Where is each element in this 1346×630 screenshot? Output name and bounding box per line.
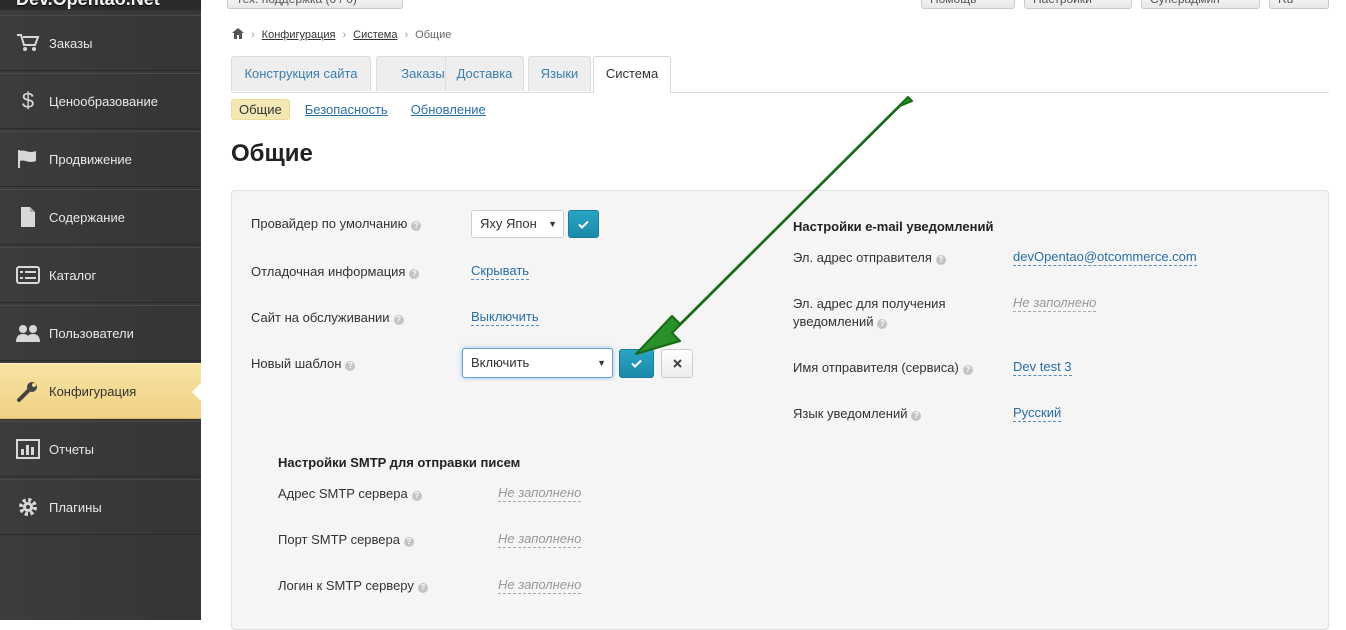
sidebar-item-label: Плагины	[49, 499, 102, 515]
breadcrumb-link-system[interactable]: Система	[353, 29, 397, 41]
sidebar-item-label: Каталог	[49, 267, 97, 283]
sidebar-item-promotion[interactable]: Продвижение	[0, 131, 201, 187]
maintenance-label: Сайт на обслуживании?	[251, 309, 404, 327]
caret-down-icon: ▼	[548, 219, 557, 229]
notification-language-value[interactable]: Русский	[1013, 404, 1062, 422]
tab-bar: Конструкция сайта Заказы Доставка Языки …	[231, 56, 1329, 93]
chart-icon	[14, 438, 42, 460]
flag-icon	[14, 148, 42, 170]
sidebar-item-users[interactable]: Пользователи	[0, 305, 201, 361]
new-template-cancel-button[interactable]	[661, 349, 693, 378]
breadcrumb-separator: ›	[404, 29, 409, 41]
tab-delivery[interactable]: Доставка	[445, 56, 524, 91]
sender-name-value[interactable]: Dev test 3	[1013, 358, 1072, 376]
help-icon[interactable]: ?	[411, 491, 422, 501]
provider-label: Провайдер по умолчанию?	[251, 215, 422, 233]
help-icon[interactable]: ?	[911, 411, 922, 421]
smtp-login-label: Логин к SMTP серверу?	[278, 577, 428, 595]
breadcrumb-separator: ›	[342, 29, 347, 41]
receive-address-label: Эл. адрес для получения	[793, 296, 946, 311]
sidebar: Заказы $ Ценообразование Продвижение Сод…	[0, 10, 202, 620]
help-icon[interactable]: ?	[345, 361, 356, 371]
sender-address-value[interactable]: devOpentao@otcommerce.com	[1013, 248, 1197, 266]
sender-address-label: Эл. адрес отправителя?	[793, 249, 946, 267]
help-icon[interactable]: ?	[411, 221, 422, 231]
subnav-security[interactable]: Безопасность	[305, 102, 388, 117]
sub-navigation: Общие Безопасность Обновление	[231, 99, 486, 120]
debug-label: Отладочная информация?	[251, 263, 420, 281]
subnav-update[interactable]: Обновление	[411, 102, 486, 117]
sidebar-item-label: Заказы	[49, 35, 93, 51]
provider-confirm-button[interactable]	[568, 210, 599, 238]
sidebar-item-catalog[interactable]: Каталог	[0, 247, 201, 303]
gear-icon	[14, 496, 42, 518]
support-button[interactable]: Тех. поддержка (0 / 0)	[227, 0, 403, 9]
help-icon[interactable]: ?	[393, 315, 404, 325]
dollar-icon: $	[21, 88, 35, 113]
page-title: Общие	[231, 140, 313, 167]
provider-select[interactable]: Яху Япон ▼	[471, 210, 564, 238]
receive-address-value[interactable]: Не заполнено	[1013, 294, 1097, 312]
check-icon	[631, 359, 642, 368]
users-icon	[14, 322, 42, 344]
smtp-address-label: Адрес SMTP сервера?	[278, 485, 422, 503]
cart-icon	[14, 32, 42, 54]
smtp-login-value[interactable]: Не заполнено	[498, 576, 582, 594]
home-icon[interactable]	[232, 28, 244, 42]
help-icon[interactable]: ?	[417, 583, 428, 593]
help-button[interactable]: Помощь	[921, 0, 1015, 9]
brand-logo[interactable]: Dev.Opentao.Net	[16, 0, 201, 9]
caret-down-icon: ▼	[597, 358, 606, 368]
settings-panel: Провайдер по умолчанию? Яху Япон ▼ Отладо…	[231, 190, 1329, 630]
new-template-select[interactable]: Включить ▼	[462, 348, 613, 378]
breadcrumb-link-configuration[interactable]: Конфигурация	[262, 29, 336, 41]
settings-button[interactable]: Настройки	[1024, 0, 1132, 9]
language-button[interactable]: Ru	[1269, 0, 1329, 9]
sidebar-item-label: Отчеты	[49, 441, 94, 457]
help-icon[interactable]: ?	[403, 537, 414, 547]
maintenance-value[interactable]: Выключить	[471, 308, 539, 326]
tab-languages[interactable]: Языки	[528, 56, 591, 91]
sidebar-item-label: Ценообразование	[49, 93, 158, 109]
check-icon	[578, 220, 589, 229]
smtp-address-value[interactable]: Не заполнено	[498, 484, 582, 502]
top-bar: Dev.Opentao.Net Тех. поддержка (0 / 0) П…	[0, 0, 1346, 10]
help-icon[interactable]: ?	[877, 319, 888, 329]
tab-site-construction[interactable]: Конструкция сайта	[231, 56, 371, 91]
sidebar-item-label: Пользователи	[49, 325, 134, 341]
list-icon	[14, 264, 42, 286]
sidebar-item-reports[interactable]: Отчеты	[0, 421, 201, 477]
breadcrumb-separator: ›	[251, 29, 255, 41]
sidebar-item-label: Содержание	[49, 209, 125, 225]
sidebar-item-configuration[interactable]: Конфигурация	[0, 363, 202, 419]
receive-address-label-line2: уведомлений?	[793, 313, 888, 331]
tab-system[interactable]: Система	[593, 56, 671, 93]
sidebar-item-plugins[interactable]: Плагины	[0, 479, 201, 535]
sidebar-item-pricing[interactable]: $ Ценообразование	[0, 73, 201, 129]
superadmin-button[interactable]: Суперадмин	[1141, 0, 1260, 9]
smtp-settings-heading: Настройки SMTP для отправки писем	[278, 455, 521, 470]
new-template-confirm-button[interactable]	[619, 349, 654, 378]
sidebar-item-content[interactable]: Содержание	[0, 189, 201, 245]
file-icon	[14, 206, 42, 228]
smtp-port-label: Порт SMTP сервера?	[278, 531, 414, 549]
subnav-general[interactable]: Общие	[231, 99, 290, 120]
sidebar-item-label: Конфигурация	[49, 383, 137, 399]
close-icon	[672, 359, 682, 368]
sidebar-item-orders[interactable]: Заказы	[0, 15, 201, 71]
sender-name-label: Имя отправителя (сервиса)?	[793, 359, 973, 377]
wrench-icon	[14, 380, 42, 402]
debug-value[interactable]: Скрывать	[471, 262, 530, 280]
help-icon[interactable]: ?	[409, 269, 420, 279]
breadcrumb: › Конфигурация › Система › Общие	[232, 28, 451, 42]
help-icon[interactable]: ?	[962, 365, 973, 375]
new-template-label: Новый шаблон?	[251, 355, 356, 373]
email-settings-heading: Настройки e-mail уведомлений	[793, 219, 994, 234]
help-icon[interactable]: ?	[935, 255, 946, 265]
breadcrumb-current: Общие	[415, 29, 452, 41]
notification-language-label: Язык уведомлений?	[793, 405, 922, 423]
sidebar-item-label: Продвижение	[49, 151, 132, 167]
smtp-port-value[interactable]: Не заполнено	[498, 530, 582, 548]
